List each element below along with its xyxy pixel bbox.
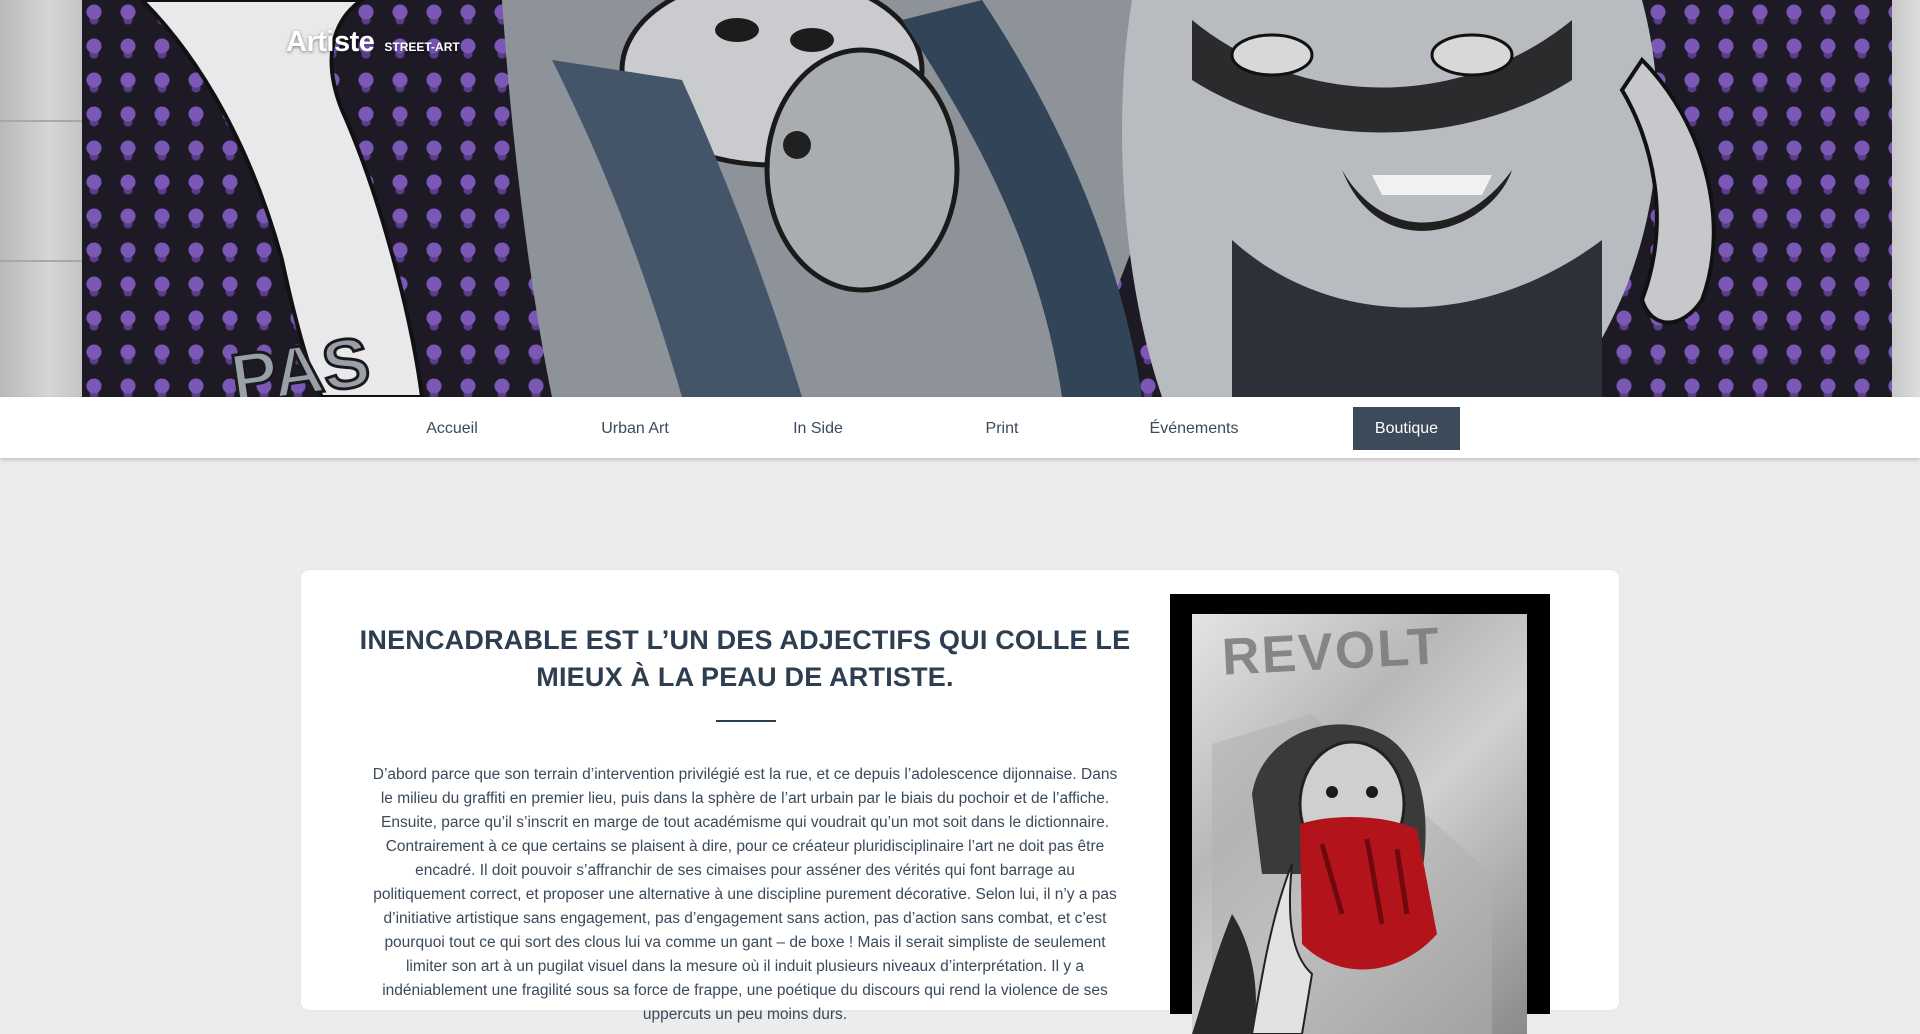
nav-item-urban-art[interactable]: Urban Art [575,407,695,450]
site-logo-name[interactable]: Artiste [286,26,375,59]
artwork-frame: REVOLT [1170,594,1550,1034]
nav-item-evenements[interactable]: Événements [1124,407,1264,450]
site-tagline: STREET-ART [384,40,460,54]
site-brand[interactable]: Artiste STREET-ART [286,26,460,59]
nav-item-in-side[interactable]: In Side [758,407,878,450]
mural-illustration: PAS [139,0,1716,397]
artwork-illustration [1192,714,1492,1034]
article-heading: Inencadrable est l’un des adjectifs qui … [359,625,1131,692]
svg-text:PAS: PAS [226,322,374,397]
artwork-image[interactable]: REVOLT [1192,614,1527,1034]
hero-mural-image: PAS [82,0,1892,397]
article-body: D’abord parce que son terrain d’interven… [372,766,1118,1023]
hero-wall-right [1892,0,1920,397]
nav-item-boutique[interactable]: Boutique [1353,407,1460,450]
intro-card: Inencadrable est l’un des adjectifs qui … [301,570,1619,1034]
hero-wall-left [0,0,82,397]
main-navigation: Accueil Urban Art In Side Print Événemen… [0,397,1920,458]
nav-item-print[interactable]: Print [942,407,1062,450]
heading-divider [716,720,776,722]
hero-banner: PAS Artiste STREET-ART [0,0,1920,397]
nav-item-accueil[interactable]: Accueil [392,407,512,450]
